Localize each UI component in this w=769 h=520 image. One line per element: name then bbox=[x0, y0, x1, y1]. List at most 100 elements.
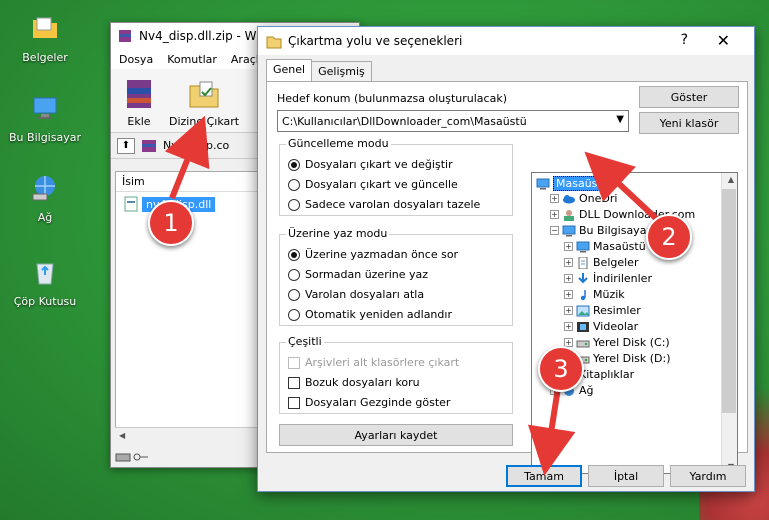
tree-item[interactable]: + Videolar bbox=[564, 320, 638, 333]
overwrite-option-without-asking[interactable]: Sormadan üzerine yaz bbox=[288, 268, 428, 281]
overwrite-option-skip[interactable]: Varolan dosyaları atla bbox=[288, 288, 424, 301]
desktop-icon-recycle-bin[interactable]: Çöp Kutusu bbox=[0, 256, 90, 308]
tree-item[interactable]: + OneDri bbox=[550, 192, 617, 205]
dialog-title-bar[interactable]: Çıkartma yolu ve seçenekleri ? ✕ bbox=[258, 27, 754, 55]
expand-icon[interactable]: + bbox=[564, 242, 573, 251]
download-icon bbox=[576, 272, 590, 285]
tree-item[interactable]: + Resimler bbox=[564, 304, 641, 317]
tree-item[interactable]: + Masaüstü bbox=[564, 240, 646, 253]
overwrite-option-rename[interactable]: Otomatik yeniden adlandır bbox=[288, 308, 452, 321]
expand-icon[interactable]: + bbox=[564, 274, 573, 283]
extract-dialog: Çıkartma yolu ve seçenekleri ? ✕ Genel G… bbox=[257, 26, 755, 492]
radio-button[interactable] bbox=[288, 158, 300, 171]
tree-item-label: Belgeler bbox=[593, 256, 639, 269]
desktop-icon-this-pc[interactable]: Bu Bilgisayar bbox=[0, 92, 90, 144]
dll-file-icon bbox=[124, 196, 138, 212]
checkbox[interactable] bbox=[288, 376, 300, 389]
option-label: Dosyaları Gezginde göster bbox=[305, 396, 451, 409]
scrollbar-thumb[interactable] bbox=[722, 189, 736, 413]
dialog-title: Çıkartma yolu ve seçenekleri bbox=[288, 34, 463, 48]
extract-to-button[interactable]: Dizine Çıkart bbox=[169, 76, 239, 128]
add-button[interactable]: Ekle bbox=[121, 76, 157, 128]
destination-path-value: C:\Kullanıcılar\DllDownloader_com\Masaüs… bbox=[282, 114, 527, 128]
expand-icon[interactable]: + bbox=[564, 258, 573, 267]
tree-item[interactable]: + Belgeler bbox=[564, 256, 638, 269]
tree-item-label: Resimler bbox=[593, 304, 641, 317]
menu-commands[interactable]: Komutlar bbox=[167, 53, 217, 66]
image-icon bbox=[576, 305, 590, 317]
expand-icon[interactable]: + bbox=[564, 290, 573, 299]
cancel-button[interactable]: İptal bbox=[588, 465, 664, 487]
checkbox[interactable] bbox=[288, 396, 300, 409]
desktop-icon-label: Bu Bilgisayar bbox=[9, 131, 81, 144]
tab-general[interactable]: Genel bbox=[266, 59, 313, 81]
expand-icon[interactable]: + bbox=[550, 194, 559, 203]
radio-button[interactable] bbox=[288, 268, 300, 281]
user-icon bbox=[562, 209, 576, 221]
misc-option-show-in-explorer[interactable]: Dosyaları Gezginde göster bbox=[288, 396, 450, 409]
expand-icon[interactable]: − bbox=[550, 226, 559, 235]
scroll-up-icon[interactable]: ▲ bbox=[728, 175, 734, 184]
misc-option-keep-broken[interactable]: Bozuk dosyaları koru bbox=[288, 376, 420, 389]
help-icon[interactable]: ? bbox=[681, 32, 688, 48]
tab-advanced[interactable]: Gelişmiş bbox=[311, 61, 372, 83]
misc-title: Çeşitli bbox=[286, 335, 324, 348]
radio-button[interactable] bbox=[288, 288, 300, 301]
expand-icon[interactable]: + bbox=[550, 210, 559, 219]
radio-button[interactable] bbox=[288, 198, 300, 211]
new-folder-button[interactable]: Yeni klasör bbox=[639, 112, 739, 134]
update-mode-option-refresh[interactable]: Sadece varolan dosyaları tazele bbox=[288, 198, 480, 211]
ok-button[interactable]: Tamam bbox=[506, 465, 582, 487]
video-icon bbox=[576, 321, 590, 333]
archive-path[interactable]: Nv4_disp.co bbox=[163, 139, 229, 152]
desktop-icon-documents[interactable]: Belgeler bbox=[0, 12, 90, 64]
chevron-down-icon[interactable]: ▼ bbox=[616, 114, 624, 125]
radio-button[interactable] bbox=[288, 308, 300, 321]
radio-button[interactable] bbox=[288, 178, 300, 191]
music-icon bbox=[576, 289, 590, 301]
network-icon bbox=[32, 176, 55, 201]
winrar-title: Nv4_disp.dll.zip - W bbox=[139, 29, 257, 43]
overwrite-option-ask[interactable]: Üzerine yazmadan önce sor bbox=[288, 248, 458, 261]
option-label: Dosyaları çıkart ve değiştir bbox=[305, 158, 453, 171]
menu-file[interactable]: Dosya bbox=[119, 53, 153, 66]
help-button[interactable]: Yardım bbox=[670, 465, 746, 487]
expand-icon[interactable]: + bbox=[564, 322, 573, 331]
update-mode-title: Güncelleme modu bbox=[286, 137, 391, 150]
tree-item[interactable]: + Yerel Disk (C:) bbox=[564, 336, 670, 349]
expand-icon[interactable]: + bbox=[564, 306, 573, 315]
update-mode-option-replace[interactable]: Dosyaları çıkart ve değiştir bbox=[288, 158, 453, 171]
option-label: Sormadan üzerine yaz bbox=[305, 268, 429, 281]
status-drive-key-icon bbox=[115, 453, 148, 462]
recycle-bin-icon bbox=[36, 263, 54, 285]
tree-item-label: Yerel Disk (D:) bbox=[593, 352, 671, 365]
tree-item[interactable]: + İndirilenler bbox=[564, 272, 652, 285]
save-settings-button[interactable]: Ayarları kaydet bbox=[279, 424, 513, 446]
tree-item-label: Yerel Disk (C:) bbox=[593, 336, 670, 349]
option-label: Varolan dosyaları atla bbox=[305, 288, 425, 301]
step-badge-3: 3 bbox=[538, 346, 584, 392]
vertical-scrollbar[interactable]: ▲ ▼ bbox=[721, 173, 737, 473]
tree-item-label: Ağ bbox=[579, 384, 594, 397]
desktop-icon-network[interactable]: Ağ bbox=[0, 172, 90, 224]
option-label: Otomatik yeniden adlandır bbox=[305, 308, 452, 321]
misc-group: Çeşitli Arşivleri alt klasörlere çıkart … bbox=[279, 335, 513, 414]
destination-path-input[interactable]: C:\Kullanıcılar\DllDownloader_com\Masaüs… bbox=[277, 110, 629, 132]
overwrite-mode-title: Üzerine yaz modu bbox=[286, 227, 390, 240]
close-icon[interactable]: ✕ bbox=[717, 31, 730, 50]
radio-button[interactable] bbox=[288, 248, 300, 261]
update-mode-option-update[interactable]: Dosyaları çıkart ve güncelle bbox=[288, 178, 458, 191]
up-folder-icon[interactable]: ⬆ bbox=[117, 137, 135, 154]
tree-item-label: Kitaplıklar bbox=[579, 368, 635, 381]
show-button[interactable]: Göster bbox=[639, 86, 739, 108]
computer-icon bbox=[562, 225, 576, 237]
desktop-icon bbox=[536, 178, 550, 190]
tree-item[interactable]: − Bu Bilgisayar bbox=[550, 224, 651, 237]
drive-icon bbox=[576, 337, 590, 349]
tree-item[interactable]: Masaüstü bbox=[536, 176, 612, 191]
tree-item[interactable]: + Müzik bbox=[564, 288, 625, 301]
documents-folder-icon bbox=[33, 17, 57, 38]
folder-tree[interactable]: ▲ ▼ Masaüstü+OneDri+DLL Downloader.com−B… bbox=[531, 172, 738, 474]
desktop-icon-label: Çöp Kutusu bbox=[13, 295, 77, 308]
option-label: Sadece varolan dosyaları tazele bbox=[305, 198, 481, 211]
